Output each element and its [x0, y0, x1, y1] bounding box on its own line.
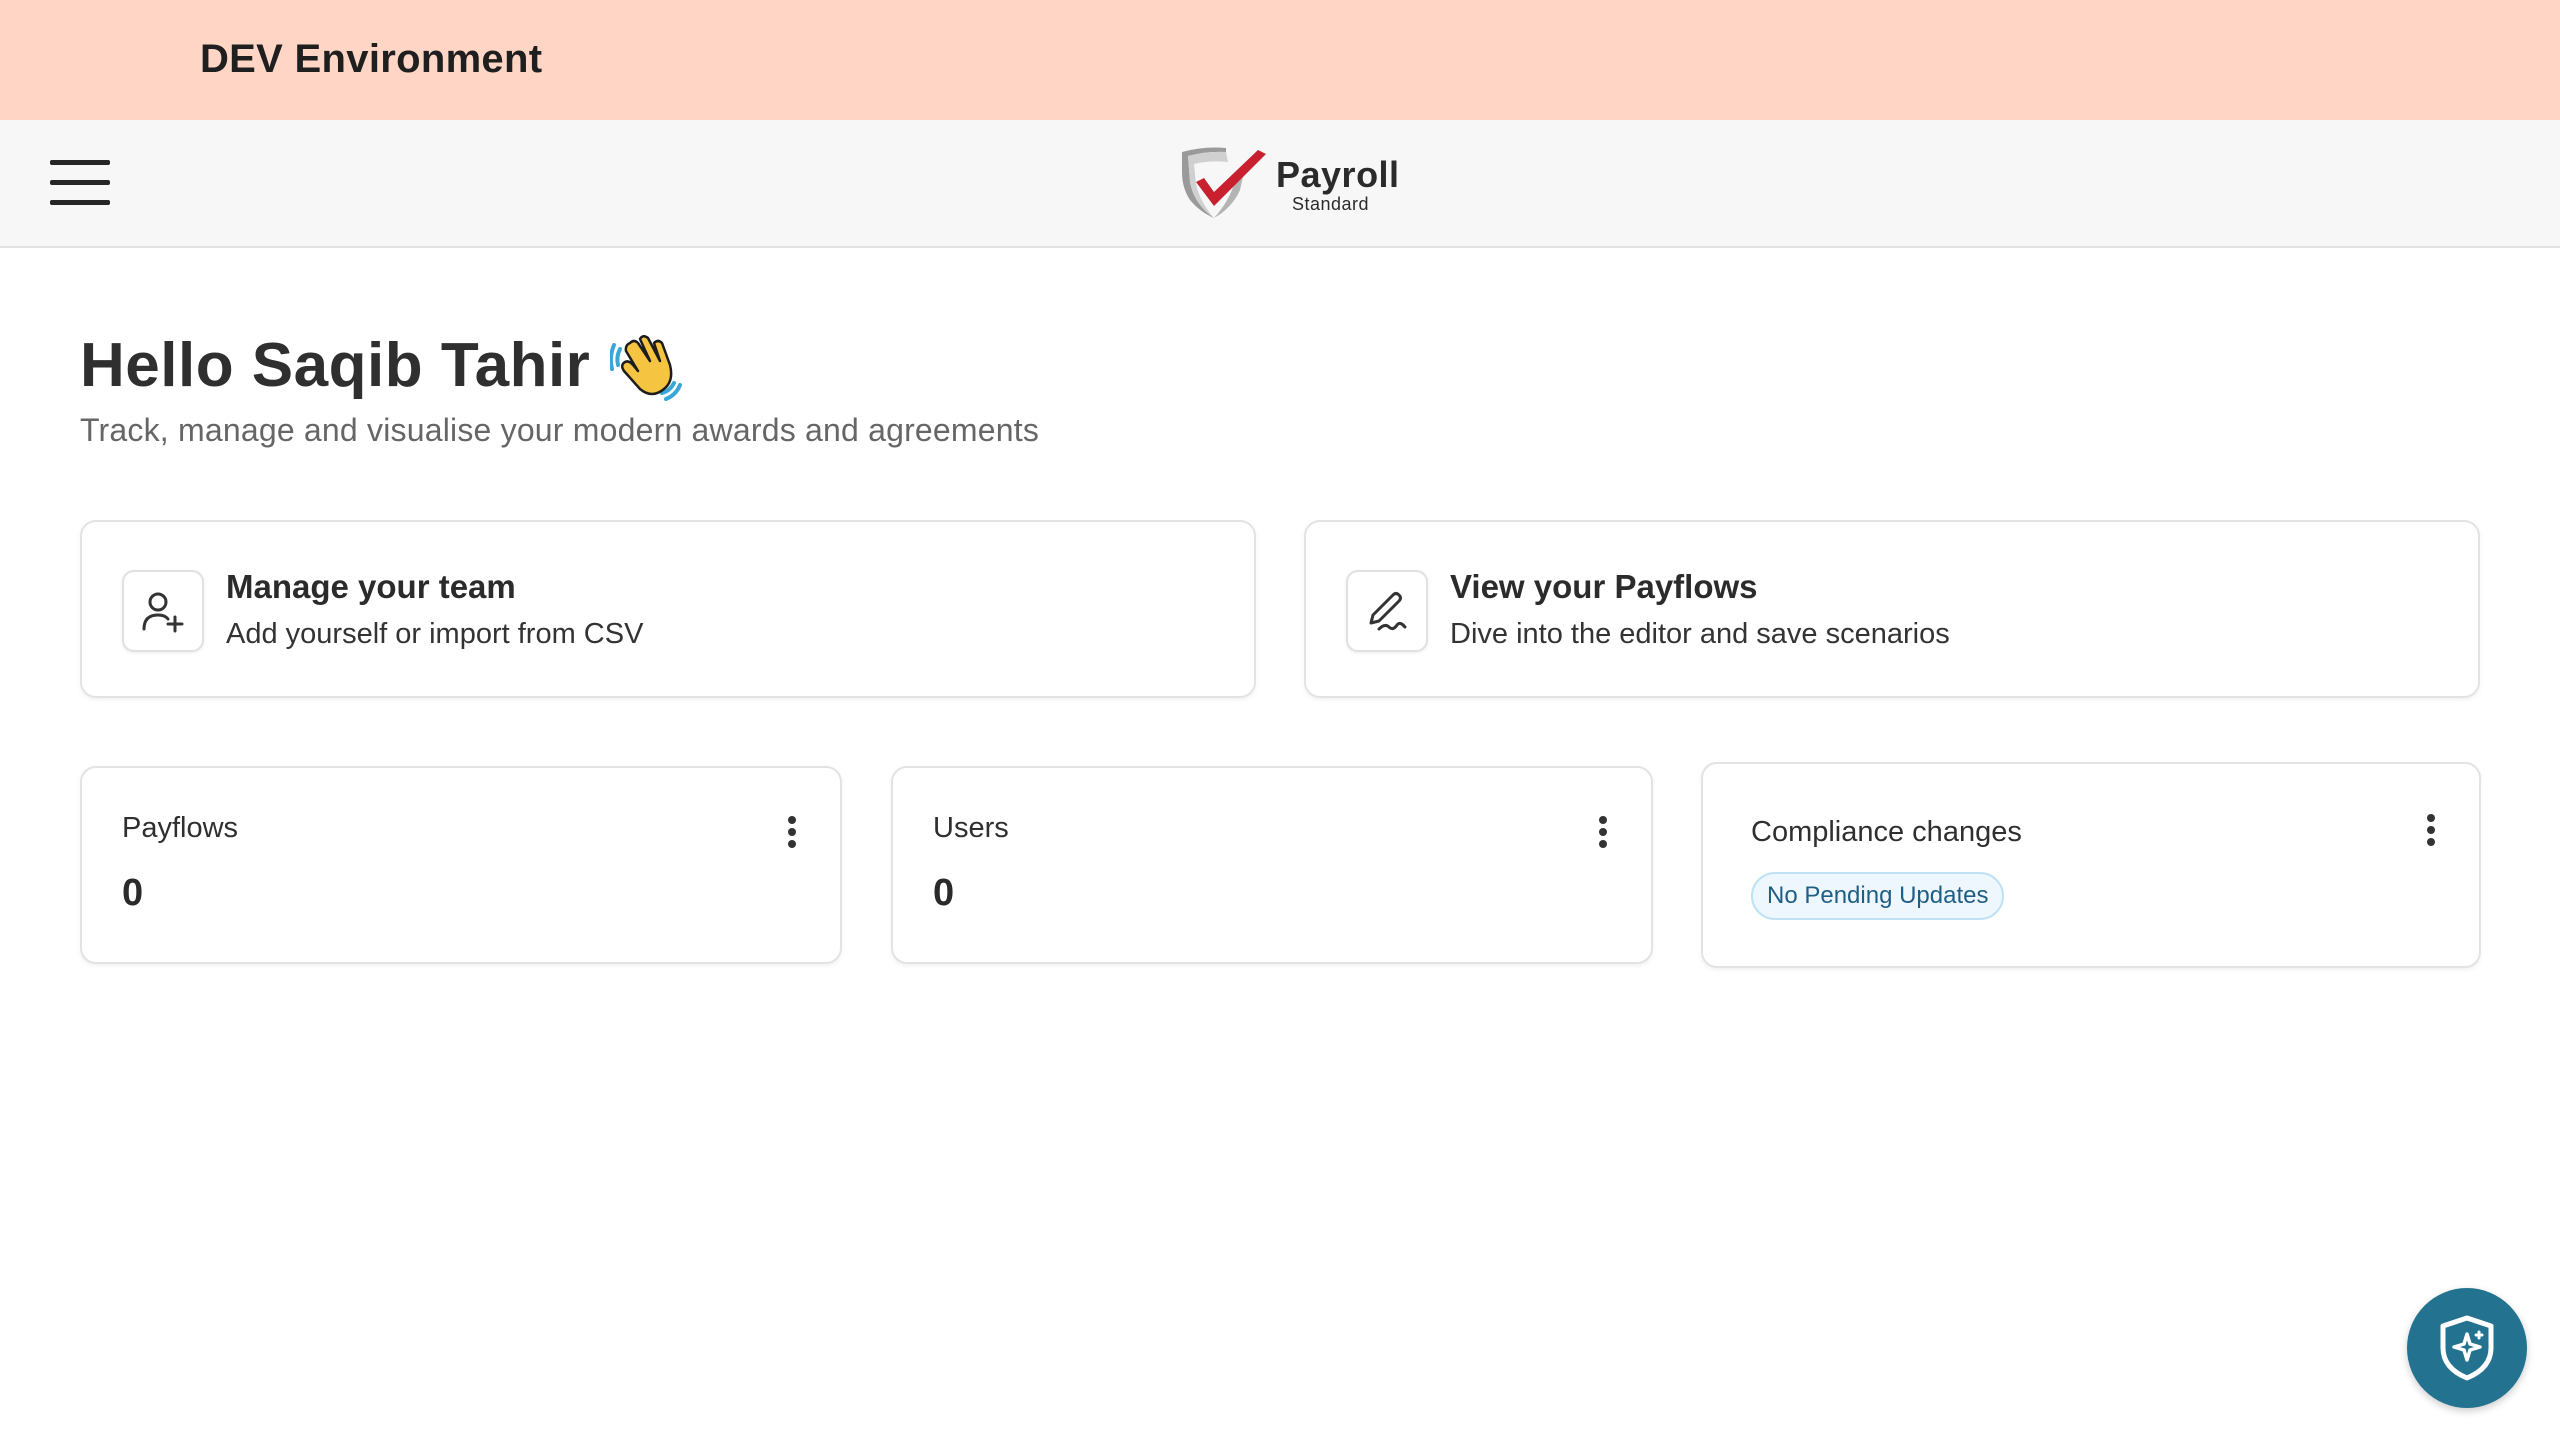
manage-team-card[interactable]: Manage your team Add yourself or import … [80, 520, 1256, 698]
page-subtitle: Track, manage and visualise your modern … [80, 412, 1040, 448]
payflows-stat-card: Payflows 0 [80, 766, 842, 964]
logo-title: Payroll [1276, 154, 1400, 195]
stat-label: Users [933, 812, 1009, 844]
action-title: View your Payflows [1450, 568, 1758, 605]
more-vertical-icon[interactable] [2419, 810, 2443, 850]
users-stat-card: Users 0 [891, 766, 1653, 964]
help-floating-button[interactable] [2407, 1288, 2527, 1408]
waving-hand-icon [610, 335, 683, 401]
hamburger-menu-icon[interactable] [40, 156, 120, 212]
stat-value: 0 [933, 872, 955, 914]
shield-sparkle-icon [2440, 1315, 2494, 1381]
status-badge: No Pending Updates [1751, 872, 2005, 920]
action-description: Dive into the editor and save scenarios [1450, 618, 1950, 650]
stat-label: Payflows [122, 812, 239, 844]
more-vertical-icon[interactable] [780, 812, 804, 852]
action-description: Add yourself or import from CSV [226, 618, 644, 650]
payroll-standard-logo[interactable]: Payroll Standard [1174, 142, 1404, 226]
greeting: Hello Saqib Tahir [80, 320, 683, 410]
stat-label: Compliance changes [1751, 816, 2022, 848]
view-payflows-card[interactable]: View your Payflows Dive into the editor … [1304, 520, 2480, 698]
pen-signature-icon [1346, 570, 1428, 652]
page-title: Hello Saqib Tahir [80, 330, 591, 400]
shield-check-logo-icon [1182, 147, 1266, 218]
app-header: Payroll Standard [0, 120, 2560, 248]
environment-banner: DEV Environment [0, 0, 2560, 120]
compliance-stat-card: Compliance changes No Pending Updates [1701, 762, 2481, 968]
environment-label: DEV Environment [200, 37, 543, 81]
logo-subtitle: Standard [1292, 194, 1370, 214]
more-vertical-icon[interactable] [1591, 812, 1615, 852]
action-title: Manage your team [226, 568, 516, 605]
user-plus-icon [122, 570, 204, 652]
stat-value: 0 [122, 872, 144, 914]
